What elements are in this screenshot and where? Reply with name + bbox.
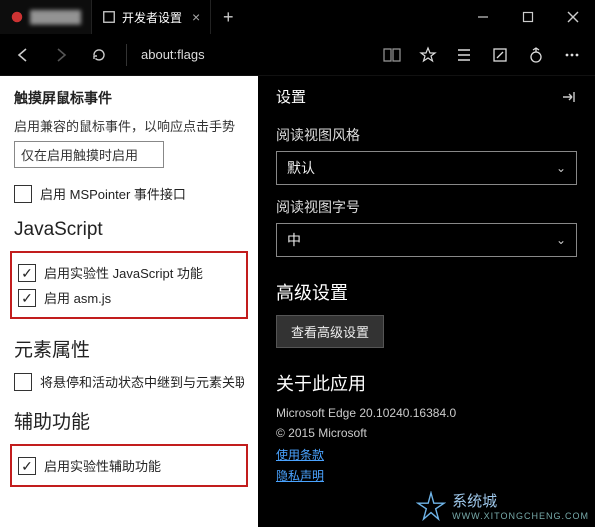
section-touch-heading: 触摸屏鼠标事件	[14, 88, 244, 108]
flags-page: 触摸屏鼠标事件 启用兼容的鼠标事件，以响应点击手势 仅在启用触摸时启用 启用 M…	[0, 76, 258, 527]
checkbox-icon	[14, 373, 32, 391]
heading-about: 关于此应用	[276, 370, 577, 396]
watermark-brand: 系统城	[452, 490, 589, 511]
address-bar[interactable]: about:flags	[137, 47, 237, 62]
label-reading-style: 阅读视图风格	[276, 125, 577, 145]
checkbox-mspointer[interactable]: 启用 MSPointer 事件接口	[14, 184, 244, 203]
select-reading-size[interactable]: 中 ⌄	[276, 223, 577, 257]
reading-view-icon[interactable]	[375, 38, 409, 72]
select-reading-style[interactable]: 默认 ⌄	[276, 151, 577, 185]
tab-inactive[interactable]: ██████	[0, 0, 92, 34]
section-a11y-heading: 辅助功能	[14, 407, 244, 434]
maximize-button[interactable]	[505, 0, 550, 34]
checkbox-label: 启用 asm.js	[44, 288, 111, 307]
tab-active[interactable]: 开发者设置 ×	[92, 0, 211, 34]
highlight-box-js: 启用实验性 JavaScript 功能 启用 asm.js	[10, 251, 248, 319]
checkbox-label: 启用 MSPointer 事件接口	[40, 184, 186, 203]
panel-title: 设置	[276, 86, 306, 107]
toolbar: about:flags	[0, 34, 595, 76]
touch-mode-select[interactable]: 仅在启用触摸时启用	[14, 141, 164, 168]
window-controls	[460, 0, 595, 34]
view-advanced-button[interactable]: 查看高级设置	[276, 315, 384, 348]
checkbox-icon	[18, 289, 36, 307]
link-terms[interactable]: 使用条款	[276, 446, 577, 463]
titlebar: ██████ 开发者设置 × +	[0, 0, 595, 34]
checkbox-asmjs[interactable]: 启用 asm.js	[18, 288, 240, 307]
touch-description: 启用兼容的鼠标事件，以响应点击手势	[14, 116, 244, 135]
checkbox-suspend-relay[interactable]: 将悬停和活动状态中继到与元素关联	[14, 372, 244, 391]
settings-panel: 设置 阅读视图风格 默认 ⌄ 阅读视图字号 中 ⌄ 高级设置 查看高级设置 关于…	[258, 76, 595, 527]
tab-title: ██████	[30, 10, 81, 24]
checkbox-icon	[18, 264, 36, 282]
chevron-down-icon: ⌄	[556, 161, 566, 175]
settings-page-icon	[102, 10, 116, 24]
close-button[interactable]	[550, 0, 595, 34]
hub-icon[interactable]	[447, 38, 481, 72]
forward-button[interactable]	[44, 38, 78, 72]
minimize-button[interactable]	[460, 0, 505, 34]
webnote-icon[interactable]	[483, 38, 517, 72]
separator	[126, 44, 127, 66]
tab-close-icon[interactable]: ×	[192, 9, 200, 25]
link-privacy[interactable]: 隐私声明	[276, 467, 577, 484]
watermark-logo-icon	[416, 491, 446, 521]
checkbox-experimental-js[interactable]: 启用实验性 JavaScript 功能	[18, 263, 240, 282]
checkbox-icon	[18, 457, 36, 475]
tab-title: 开发者设置	[122, 9, 182, 26]
section-element-heading: 元素属性	[14, 335, 244, 362]
back-button[interactable]	[6, 38, 40, 72]
version-text: Microsoft Edge 20.10240.16384.0	[276, 406, 577, 420]
pin-icon[interactable]	[561, 89, 577, 105]
favorite-icon[interactable]	[411, 38, 445, 72]
tab-favicon	[10, 10, 24, 24]
checkbox-label: 启用实验性 JavaScript 功能	[44, 263, 203, 282]
select-value: 中	[287, 230, 301, 250]
checkbox-label: 启用实验性辅助功能	[44, 456, 161, 475]
new-tab-button[interactable]: +	[211, 0, 245, 34]
checkbox-label: 将悬停和活动状态中继到与元素关联	[40, 372, 244, 391]
watermark: 系统城 WWW.XITONGCHENG.COM	[416, 490, 589, 521]
share-icon[interactable]	[519, 38, 553, 72]
checkbox-icon	[14, 185, 32, 203]
more-icon[interactable]	[555, 38, 589, 72]
label-reading-size: 阅读视图字号	[276, 197, 577, 217]
select-value: 默认	[287, 158, 315, 178]
section-js-heading: JavaScript	[14, 219, 244, 241]
refresh-button[interactable]	[82, 38, 116, 72]
copyright-text: © 2015 Microsoft	[276, 426, 577, 440]
chevron-down-icon: ⌄	[556, 233, 566, 247]
watermark-url: WWW.XITONGCHENG.COM	[452, 511, 589, 521]
heading-advanced: 高级设置	[276, 279, 577, 305]
content-area: 触摸屏鼠标事件 启用兼容的鼠标事件，以响应点击手势 仅在启用触摸时启用 启用 M…	[0, 76, 595, 527]
highlight-box-a11y: 启用实验性辅助功能	[10, 444, 248, 487]
checkbox-experimental-a11y[interactable]: 启用实验性辅助功能	[18, 456, 240, 475]
